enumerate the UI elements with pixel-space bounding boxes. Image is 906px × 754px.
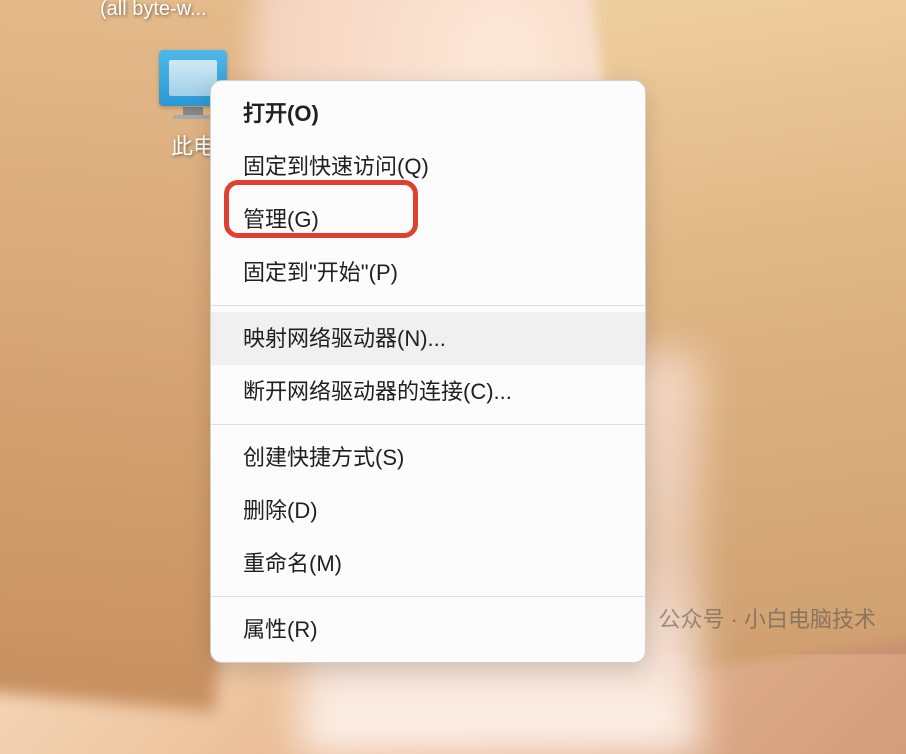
menu-item-properties[interactable]: 属性(R) [211, 603, 645, 656]
context-menu: 打开(O) 固定到快速访问(Q) 管理(G) 固定到"开始"(P) 映射网络驱动… [210, 80, 646, 663]
menu-separator [211, 424, 645, 425]
menu-separator [211, 305, 645, 306]
menu-item-delete[interactable]: 删除(D) [211, 484, 645, 537]
this-pc-label: 此电 [171, 129, 215, 161]
menu-item-pin-quick-access[interactable]: 固定到快速访问(Q) [211, 140, 645, 193]
menu-item-pin-start[interactable]: 固定到"开始"(P) [211, 246, 645, 299]
monitor-stand [183, 107, 203, 115]
watermark-text: 公众号 · 小白电脑技术 [658, 602, 876, 634]
menu-item-disconnect-network-drive[interactable]: 断开网络驱动器的连接(C)... [211, 365, 645, 418]
monitor-base [173, 115, 213, 119]
menu-item-open[interactable]: 打开(O) [211, 87, 645, 140]
menu-item-create-shortcut[interactable]: 创建快捷方式(S) [211, 431, 645, 484]
menu-item-manage[interactable]: 管理(G) [211, 193, 645, 246]
watermark: 公众号 · 小白电脑技术 [618, 602, 876, 634]
desktop-shortcut-label-truncated: (all byte-w... [100, 0, 207, 21]
menu-item-map-network-drive[interactable]: 映射网络驱动器(N)... [211, 312, 645, 365]
menu-separator [211, 596, 645, 597]
menu-item-rename[interactable]: 重命名(M) [211, 537, 645, 590]
